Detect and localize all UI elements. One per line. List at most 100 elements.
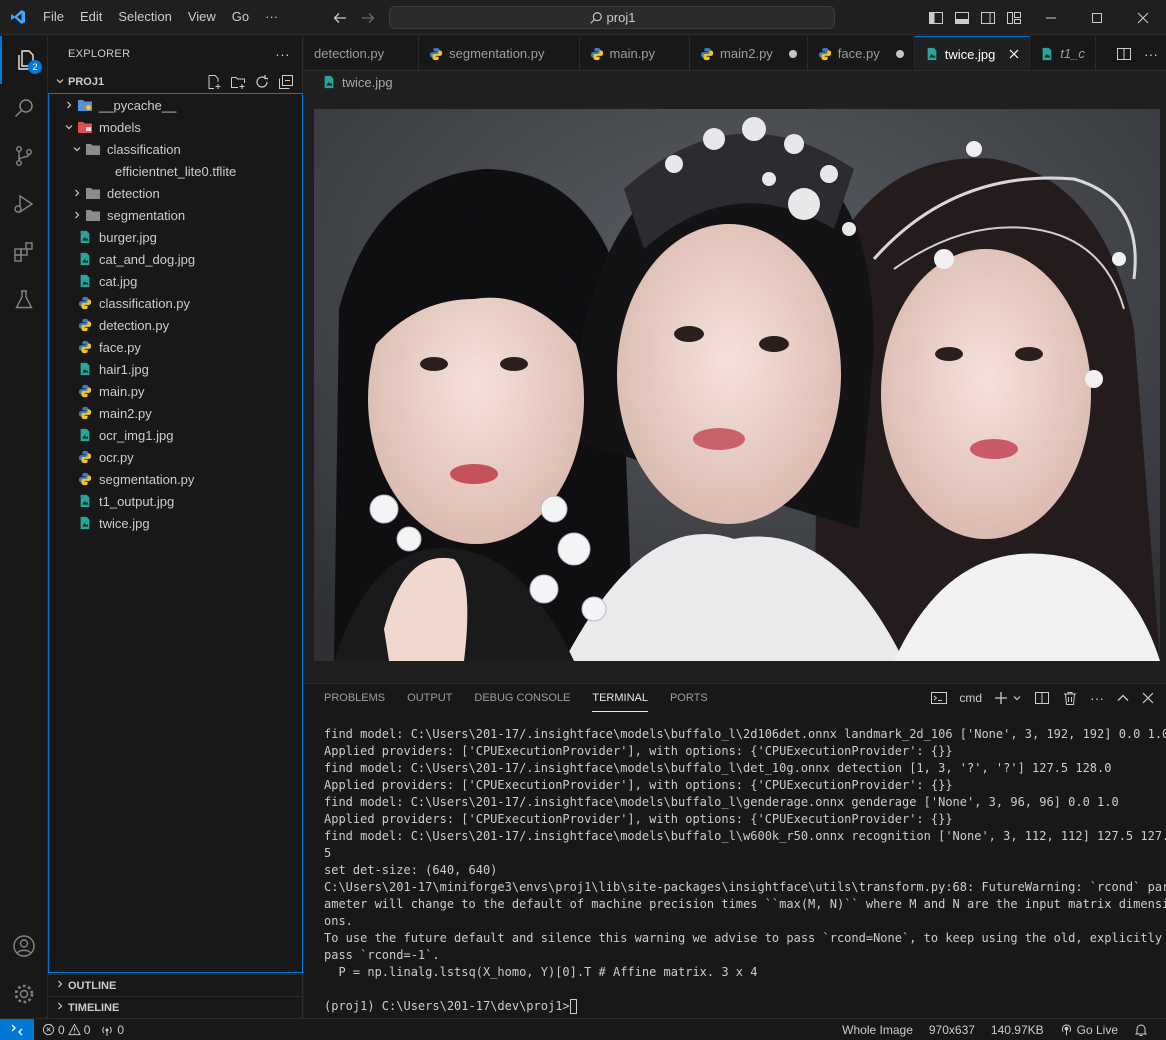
timeline-section[interactable]: TIMELINE [48, 996, 303, 1018]
tree-item[interactable]: cat.jpg [49, 270, 302, 292]
search-activity[interactable] [0, 84, 48, 132]
tree-item[interactable]: efficientnet_lite0.tflite [49, 160, 302, 182]
terminal-output[interactable]: find model: C:\Users\201-17/.insightface… [324, 726, 1166, 1015]
new-file-icon[interactable] [206, 74, 222, 90]
explorer-activity[interactable]: 2 [0, 36, 48, 84]
manage-activity[interactable] [0, 970, 48, 1018]
menu-selection[interactable]: Selection [110, 5, 179, 29]
minimize-button[interactable] [1028, 0, 1074, 35]
editor-tab[interactable]: t1_c [1030, 36, 1096, 70]
chevron-down-icon[interactable] [1012, 693, 1022, 703]
python-file-icon [818, 47, 832, 61]
tree-item[interactable]: ocr.py [49, 446, 302, 468]
refresh-icon[interactable] [254, 74, 270, 90]
ports-status[interactable]: 0 [100, 1023, 124, 1037]
close-window-button[interactable] [1120, 0, 1166, 35]
tree-item[interactable]: main.py [49, 380, 302, 402]
close-tab-icon[interactable] [1009, 49, 1019, 59]
chevron-right-icon [61, 100, 77, 110]
remote-icon [11, 1024, 23, 1035]
tree-item[interactable]: segmentation [49, 204, 302, 226]
bottom-panel: PROBLEMS OUTPUT DEBUG CONSOLE TERMINAL PORTS… [304, 683, 1166, 1018]
maximize-panel-icon[interactable] [1116, 691, 1130, 705]
warning-count: 0 [83, 1022, 91, 1037]
trash-icon[interactable] [1062, 690, 1078, 706]
run-debug-activity[interactable] [0, 180, 48, 228]
tree-item-label: ocr.py [99, 449, 134, 465]
new-folder-icon[interactable] [230, 74, 246, 90]
menu-edit[interactable]: Edit [72, 5, 110, 29]
tree-item-label: __pycache__ [99, 97, 177, 113]
editor-tab[interactable]: main.py [580, 36, 691, 70]
split-terminal-icon[interactable] [1034, 690, 1050, 706]
testing-activity[interactable] [0, 276, 48, 324]
editor-tab[interactable]: detection.py [304, 36, 420, 70]
command-center-search[interactable]: proj1 [389, 6, 835, 29]
editor-tab[interactable]: main2.py [690, 36, 808, 70]
source-control-activity[interactable] [0, 132, 48, 180]
toggle-panel-icon[interactable] [954, 10, 970, 26]
explorer-more-button[interactable]: ··· [275, 46, 290, 62]
tree-item[interactable]: burger.jpg [49, 226, 302, 248]
panel-more-button[interactable]: ··· [1090, 690, 1104, 706]
toggle-secondary-sidebar-icon[interactable] [980, 10, 996, 26]
editor-tab[interactable]: segmentation.py [419, 36, 580, 70]
add-terminal-icon[interactable] [994, 691, 1008, 705]
customize-layout-icon[interactable] [1006, 10, 1022, 26]
tree-item[interactable]: segmentation.py [49, 468, 302, 490]
panel-tab[interactable]: TERMINAL [592, 684, 648, 712]
tree-item[interactable]: main2.py [49, 402, 302, 424]
notifications-icon[interactable] [1134, 1023, 1148, 1037]
tree-item[interactable]: __pycache__ [49, 94, 302, 116]
python-file-icon [590, 47, 604, 61]
terminal-prompt: (proj1) C:\Users\201-17\dev\proj1> [324, 999, 570, 1013]
editor-tab[interactable]: twice.jpg [914, 36, 1031, 70]
editor-tab[interactable]: face.py [808, 36, 915, 70]
tree-item[interactable]: t1_output.jpg [49, 490, 302, 512]
panel-tab[interactable]: DEBUG CONSOLE [474, 684, 570, 712]
remote-indicator[interactable] [0, 1018, 34, 1040]
forward-arrow-icon[interactable] [360, 10, 376, 26]
panel-tab[interactable]: OUTPUT [407, 684, 452, 712]
terminal-shell-label[interactable]: cmd [959, 691, 982, 705]
explorer-title: EXPLORER [68, 47, 131, 60]
extensions-activity[interactable] [0, 228, 48, 276]
menu-file[interactable]: File [35, 5, 72, 29]
collapse-all-icon[interactable] [278, 74, 294, 90]
terminal-line: P = np.linalg.lstsq(X_homo, Y)[0].T # Af… [324, 965, 758, 979]
close-panel-icon[interactable] [1142, 692, 1154, 704]
split-editor-icon[interactable] [1116, 46, 1132, 62]
image-file-icon [77, 427, 93, 443]
accounts-activity[interactable] [0, 922, 48, 970]
go-live-button[interactable]: Go Live [1060, 1023, 1118, 1037]
panel-tab[interactable]: PORTS [670, 684, 708, 712]
tree-item[interactable]: ocr_img1.jpg [49, 424, 302, 446]
panel-tab[interactable]: PROBLEMS [324, 684, 385, 712]
tree-item[interactable]: face.py [49, 336, 302, 358]
chevron-down-icon [52, 76, 68, 89]
tree-item[interactable]: detection [49, 182, 302, 204]
menu-go[interactable]: Go [224, 5, 257, 29]
tree-item[interactable]: models [49, 116, 302, 138]
unsaved-dot-icon[interactable] [895, 49, 904, 58]
menu-more[interactable]: ··· [257, 5, 286, 29]
maximize-button[interactable] [1074, 0, 1120, 35]
project-section-header[interactable]: PROJ1 [48, 71, 302, 93]
unsaved-dot-icon[interactable] [788, 49, 797, 58]
back-arrow-icon[interactable] [332, 10, 348, 26]
tree-item[interactable]: hair1.jpg [49, 358, 302, 380]
tree-item[interactable]: classification [49, 138, 302, 160]
problems-status[interactable]: 0 0 [42, 1023, 90, 1037]
menu-view[interactable]: View [180, 5, 224, 29]
terminal-prompt-line[interactable]: (proj1) C:\Users\201-17\dev\proj1> [324, 998, 1154, 1015]
breadcrumb-file[interactable]: twice.jpg [342, 75, 393, 90]
outline-section[interactable]: OUTLINE [48, 974, 303, 996]
editor-more-button[interactable]: ··· [1144, 46, 1158, 62]
toggle-sidebar-icon[interactable] [928, 10, 944, 26]
tree-item[interactable]: classification.py [49, 292, 302, 314]
tree-item[interactable]: twice.jpg [49, 512, 302, 534]
zoom-mode-status[interactable]: Whole Image [842, 1023, 913, 1037]
tree-item[interactable]: cat_and_dog.jpg [49, 248, 302, 270]
tree-item[interactable]: detection.py [49, 314, 302, 336]
